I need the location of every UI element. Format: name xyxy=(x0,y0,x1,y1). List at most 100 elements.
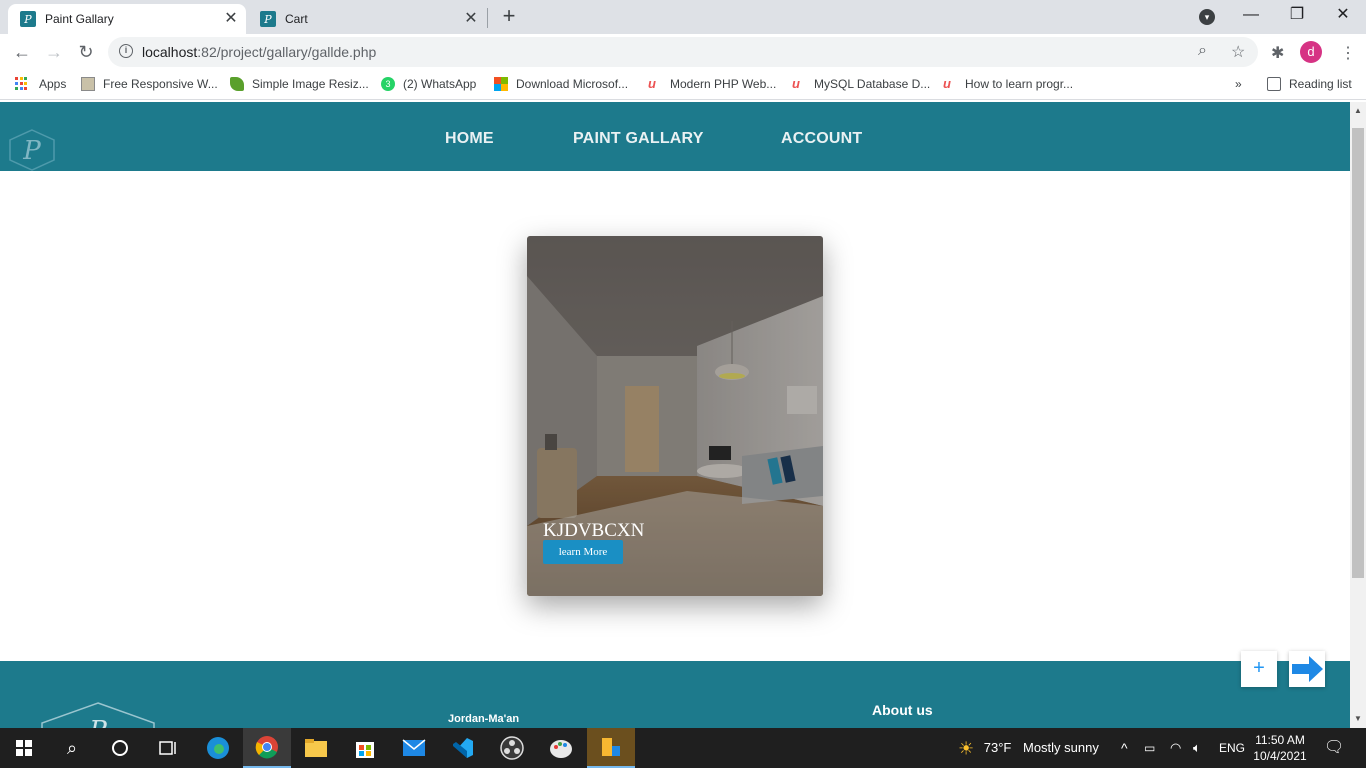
site-logo[interactable]: P xyxy=(8,129,56,171)
tab-divider xyxy=(487,8,488,28)
nav-home-link[interactable]: HOME xyxy=(445,130,494,148)
volume-icon[interactable]: 🔈︎ xyxy=(1193,728,1201,768)
bookmark-label: (2) WhatsApp xyxy=(403,77,477,91)
site-navbar: P HOME PAINT GALLARY ACCOUNT xyxy=(0,102,1350,171)
site-info-icon[interactable]: i xyxy=(119,44,133,58)
close-window-button[interactable]: ✕ xyxy=(1320,0,1366,30)
leaf-icon xyxy=(230,77,244,91)
edge-icon[interactable] xyxy=(194,728,242,768)
close-tab-icon[interactable]: ✕ xyxy=(462,10,480,28)
browser-toolbar: ← → ↻ i localhost:82/project/gallary/gal… xyxy=(0,34,1366,70)
windows-taskbar: ⌕ ☀ 73°F Mostly sunny ^ ▭ ◠ 🔈︎ ENG 11:50… xyxy=(0,728,1366,768)
bookmark-label: Free Responsive W... xyxy=(103,77,218,91)
weather-widget[interactable]: ☀ 73°F Mostly sunny xyxy=(958,728,1099,768)
scroll-down-icon[interactable]: ▼ xyxy=(1353,714,1363,723)
painting-card: KJDVBCXN learn More xyxy=(527,236,823,596)
chrome-icon[interactable] xyxy=(243,728,291,768)
windows-start-icon[interactable] xyxy=(0,728,48,768)
reading-list-button[interactable]: Reading list xyxy=(1267,77,1352,91)
bookmark-item[interactable]: Simple Image Resiz... xyxy=(230,77,369,91)
page-scrollbar[interactable]: ▲ ▼ xyxy=(1350,102,1366,728)
bookmark-item[interactable]: u How to learn progr... xyxy=(943,76,1074,92)
udemy-icon: u xyxy=(792,76,800,91)
site-favicon-icon: P xyxy=(260,11,276,27)
close-tab-icon[interactable]: ✕ xyxy=(222,10,240,28)
url-host: localhost xyxy=(142,44,198,60)
footer-location: Jordan-Ma'an xyxy=(448,713,520,725)
extensions-puzzle-icon[interactable]: ✱ xyxy=(1271,43,1284,63)
bookmarks-bar: Apps Free Responsive W... Simple Image R… xyxy=(0,70,1366,100)
system-clock[interactable]: 11:50 AM 10/4/2021 xyxy=(1252,732,1308,764)
footer-logo: P xyxy=(41,702,155,728)
language-indicator[interactable]: ENG xyxy=(1219,728,1245,768)
clock-time: 11:50 AM xyxy=(1255,733,1305,747)
file-explorer-icon[interactable] xyxy=(292,728,340,768)
whatsapp-icon: 3 xyxy=(381,77,395,91)
url-text[interactable]: localhost:82/project/gallary/gallde.php xyxy=(142,44,376,60)
paint-app-icon[interactable] xyxy=(537,728,585,768)
xampp-icon[interactable] xyxy=(587,728,635,768)
bookmark-item[interactable]: u Modern PHP Web... xyxy=(648,76,776,92)
menu-dots-icon[interactable]: ⋮ xyxy=(1340,43,1356,63)
bookmark-item[interactable]: Download Microsof... xyxy=(494,77,628,91)
plus-button[interactable]: + xyxy=(1241,651,1277,687)
bookmark-label: Download Microsof... xyxy=(516,77,629,91)
clock-date: 10/4/2021 xyxy=(1253,749,1307,763)
learn-more-button[interactable]: learn More xyxy=(543,540,623,564)
mail-icon[interactable] xyxy=(390,728,438,768)
tab-search-icon[interactable]: ▾ xyxy=(1199,9,1215,25)
restore-button[interactable]: ❐ xyxy=(1274,0,1320,30)
bookmark-item[interactable]: Free Responsive W... xyxy=(81,77,218,91)
bookmark-label: Apps xyxy=(39,77,67,91)
bookmark-star-icon[interactable]: ☆ xyxy=(1231,42,1245,62)
minimize-button[interactable]: — xyxy=(1228,0,1274,30)
notifications-icon[interactable]: 🗨︎ xyxy=(1324,728,1344,768)
address-bar[interactable]: i localhost:82/project/gallary/gallde.ph… xyxy=(108,37,1258,67)
tray-chevron-icon[interactable]: ^ xyxy=(1121,728,1128,768)
udemy-icon: u xyxy=(943,76,951,91)
bookmark-item[interactable]: 3 (2) WhatsApp xyxy=(381,77,476,91)
right-arrow-icon xyxy=(1292,656,1323,682)
tab-title: Cart xyxy=(285,12,308,26)
logo-letter: P xyxy=(22,136,41,166)
microsoft-icon xyxy=(494,77,508,91)
zoom-icon[interactable]: ⌕ xyxy=(1198,42,1207,60)
weather-sun-icon: ☀ xyxy=(958,738,975,759)
tab-title: Paint Gallary xyxy=(45,12,114,26)
next-arrow-button[interactable] xyxy=(1289,651,1325,687)
profile-avatar[interactable]: d xyxy=(1300,41,1322,63)
nav-paint-gallary-link[interactable]: PAINT GALLARY xyxy=(573,130,704,148)
bookmark-label: MySQL Database D... xyxy=(814,77,931,91)
footer-about-heading: About us xyxy=(872,702,933,718)
back-arrow-icon[interactable]: ← xyxy=(10,40,34,64)
site-icon xyxy=(81,77,95,91)
tab-paint-gallary[interactable]: P Paint Gallary ✕ xyxy=(8,4,246,34)
reload-icon[interactable]: ↻ xyxy=(74,40,98,64)
vscode-icon[interactable] xyxy=(439,728,487,768)
udemy-icon: u xyxy=(648,76,656,91)
apps-grid-icon xyxy=(15,77,29,91)
task-view-icon[interactable] xyxy=(144,728,192,768)
battery-icon[interactable]: ▭ xyxy=(1144,728,1155,768)
new-tab-button[interactable]: + xyxy=(498,5,520,28)
site-footer: P Jordan-Ma'an About us xyxy=(0,661,1350,728)
store-icon[interactable] xyxy=(341,728,389,768)
bookmark-apps[interactable]: Apps xyxy=(15,77,66,91)
cortana-icon[interactable] xyxy=(96,728,144,768)
tab-cart[interactable]: P Cart ✕ xyxy=(248,4,486,34)
search-icon[interactable]: ⌕ xyxy=(48,728,96,768)
bookmarks-overflow-button[interactable]: » xyxy=(1235,77,1242,91)
nav-account-link[interactable]: ACCOUNT xyxy=(781,130,862,148)
site-favicon-icon: P xyxy=(20,11,36,27)
weather-temp: 73°F xyxy=(983,740,1012,755)
bookmark-item[interactable]: u MySQL Database D... xyxy=(792,76,931,92)
scroll-up-icon[interactable]: ▲ xyxy=(1353,106,1363,115)
forward-arrow-icon[interactable]: → xyxy=(42,40,66,64)
scrollbar-thumb[interactable] xyxy=(1352,128,1364,578)
reading-list-icon xyxy=(1267,77,1281,91)
footer-logo-letter: P xyxy=(88,716,107,728)
reading-list-label: Reading list xyxy=(1289,77,1352,91)
wifi-icon[interactable]: ◠ xyxy=(1170,728,1181,768)
obs-icon[interactable] xyxy=(488,728,536,768)
bookmark-label: How to learn progr... xyxy=(965,77,1074,91)
